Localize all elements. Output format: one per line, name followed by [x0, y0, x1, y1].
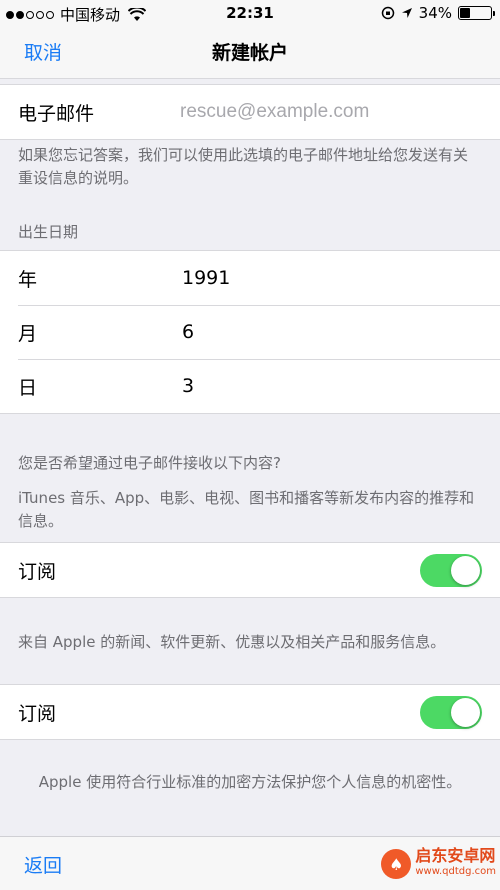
email-group: 电子邮件 — [0, 84, 500, 140]
birth-month-value: 6 — [182, 321, 195, 343]
apple-description: 来自 Apple 的新闻、软件更新、优惠以及相关产品和服务信息。 — [18, 633, 446, 651]
birthdate-header: 出生日期 — [18, 223, 79, 241]
birth-day-row[interactable]: 日 3 — [0, 359, 500, 413]
privacy-note: Apple 使用符合行业标准的加密方法保护您个人信息的机密性。 — [38, 773, 462, 791]
watermark-icon: ♠ — [381, 849, 412, 879]
itunes-subscribe-label: 订阅 — [18, 560, 57, 583]
birth-day-label: 日 — [18, 376, 38, 399]
apple-subscribe-toggle[interactable] — [420, 696, 482, 729]
location-arrow-icon — [401, 8, 412, 18]
apple-subscribe-label: 订阅 — [18, 702, 57, 725]
battery-icon — [458, 6, 495, 20]
email-row[interactable]: 电子邮件 — [0, 85, 500, 139]
watermark-logo: ♠ 启东安卓网 www.qdtdg.com — [381, 848, 496, 880]
itunes-subscribe-toggle[interactable] — [420, 554, 482, 587]
birthdate-group: 年 1991 月 6 日 3 — [0, 250, 500, 414]
apple-subscribe-row: 订阅 — [0, 685, 500, 739]
subscription-question: 您是否希望通过电子邮件接收以下内容? — [18, 454, 281, 472]
apple-subscribe-group: 订阅 — [0, 684, 500, 740]
itunes-subscribe-row: 订阅 — [0, 543, 500, 597]
back-button[interactable]: 返回 — [24, 851, 62, 878]
watermark-url: www.qdtdg.com — [415, 866, 496, 877]
email-label: 电子邮件 — [18, 102, 95, 125]
birth-month-row[interactable]: 月 6 — [0, 305, 500, 359]
birth-year-label: 年 — [18, 268, 38, 291]
birth-day-value: 3 — [182, 375, 195, 397]
status-bar: 中国移动 22:31 34% — [0, 0, 500, 26]
rotation-lock-icon — [381, 6, 394, 20]
battery-percent: 34% — [418, 4, 452, 22]
navigation-bar: 取消 新建帐户 — [0, 26, 500, 79]
email-input[interactable] — [178, 100, 482, 124]
email-note: 如果您忘记答案，我们可以使用此选填的电子邮件地址给您发送有关重设信息的说明。 — [18, 146, 469, 187]
status-right: 34% — [381, 4, 495, 22]
itunes-subscribe-group: 订阅 — [0, 542, 500, 598]
itunes-description: iTunes 音乐、App、电影、电视、图书和播客等新发布内容的推荐和信息。 — [18, 489, 475, 530]
birth-month-label: 月 — [18, 322, 38, 345]
birth-year-value: 1991 — [182, 267, 231, 289]
watermark-name: 启东安卓网 — [415, 846, 496, 865]
birth-year-row[interactable]: 年 1991 — [0, 251, 500, 305]
page-title: 新建帐户 — [211, 42, 288, 64]
